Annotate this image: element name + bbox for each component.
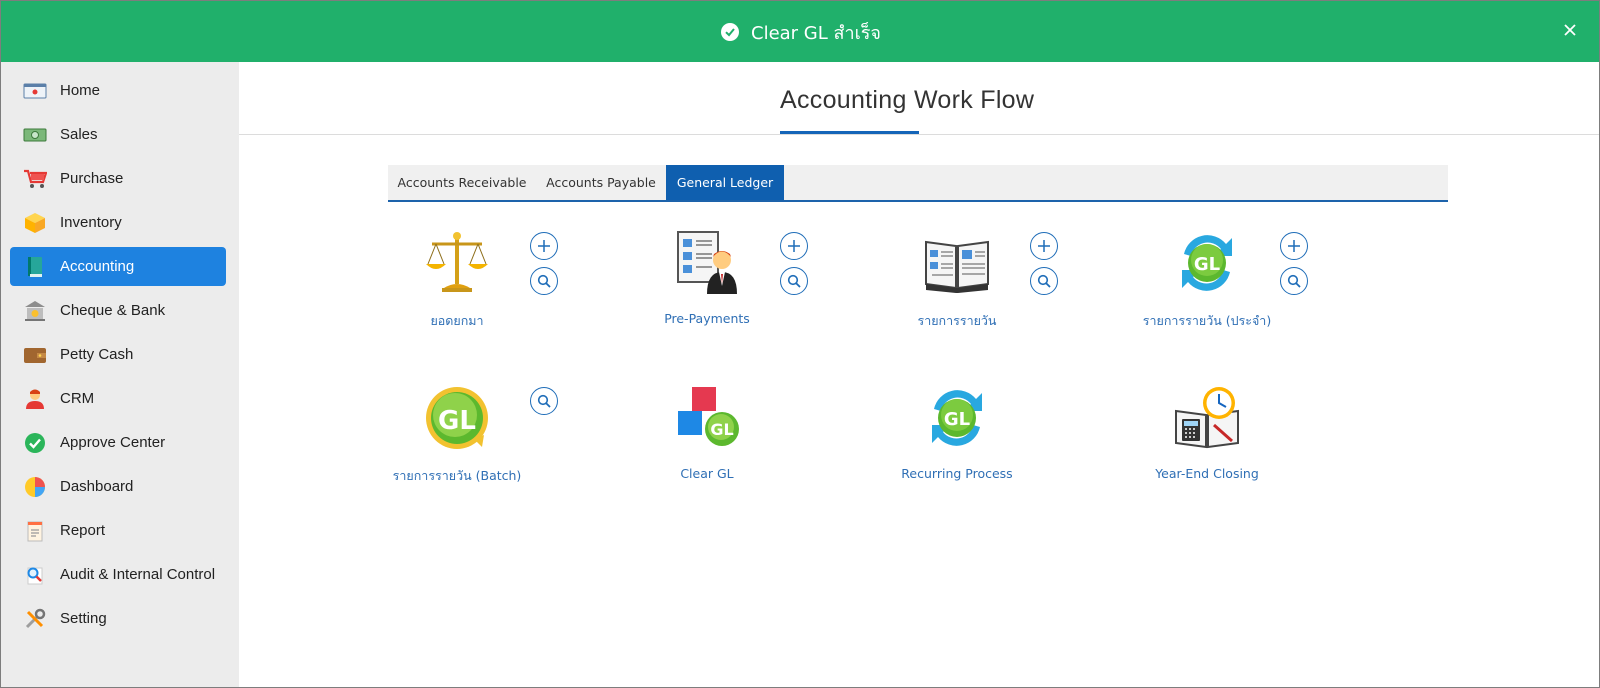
sidebar-item-label: CRM (60, 390, 95, 407)
toast-message: Clear GL สำเร็จ (721, 19, 881, 45)
scale-icon[interactable] (424, 230, 490, 296)
search-journal-button[interactable] (1030, 267, 1058, 295)
search-recurring-journal-button[interactable] (1280, 267, 1308, 295)
check-icon (23, 431, 47, 455)
search-icon (537, 394, 551, 408)
sidebar-item-label: Cheque & Bank (60, 302, 166, 319)
plus-icon (1288, 240, 1300, 252)
tile-label[interactable]: Pre-Payments (612, 311, 802, 326)
businessman-book-icon[interactable] (674, 230, 740, 296)
search-icon (537, 274, 551, 288)
home-icon (23, 79, 47, 103)
close-icon[interactable] (1557, 17, 1583, 43)
search-pre-payments-button[interactable] (780, 267, 808, 295)
sidebar-item-dashboard[interactable]: Dashboard (10, 467, 226, 506)
sidebar-item-accounting[interactable]: Accounting (10, 247, 226, 286)
svg-text:GL: GL (1194, 254, 1220, 275)
title-divider (239, 134, 1599, 135)
tile-recurring-journal: GL รายการรายวัน (ประจำ) (1132, 230, 1282, 340)
search-batch-journal-button[interactable] (530, 387, 558, 415)
tile-recurring-process: GL Recurring Process (882, 385, 1032, 495)
add-recurring-journal-button[interactable] (1280, 232, 1308, 260)
clear-gl-icon[interactable]: GL (674, 385, 740, 451)
people-icon (23, 387, 47, 411)
tab-general-ledger[interactable]: General Ledger (666, 165, 784, 200)
plus-icon (538, 240, 550, 252)
wallet-icon (23, 343, 47, 367)
toast-text: Clear GL สำเร็จ (751, 22, 881, 44)
tile-opening-balance: ยอดยกมา (382, 230, 532, 340)
check-circle-icon (721, 23, 739, 41)
sidebar-item-label: Approve Center (60, 434, 166, 451)
success-toast: Clear GL สำเร็จ (1, 1, 1599, 62)
bank-icon (23, 299, 47, 323)
sidebar-item-label: Purchase (60, 170, 124, 187)
sidebar-item-approve-center[interactable]: Approve Center (10, 423, 226, 462)
cart-icon (23, 167, 47, 191)
sidebar-item-petty-cash[interactable]: Petty Cash (10, 335, 226, 374)
sidebar-item-label: Inventory (60, 214, 122, 231)
tile-journal: รายการรายวัน (882, 230, 1032, 340)
sidebar-item-home[interactable]: Home (10, 71, 226, 110)
svg-text:GL: GL (438, 406, 476, 436)
tools-icon (23, 607, 47, 631)
sidebar-item-sales[interactable]: Sales (10, 115, 226, 154)
sidebar: Home Sales Purchase Inventory Accounting… (1, 62, 239, 687)
add-opening-balance-button[interactable] (530, 232, 558, 260)
money-icon (23, 123, 47, 147)
tile-label[interactable]: Recurring Process (862, 466, 1052, 481)
search-icon (787, 274, 801, 288)
tile-pre-payments: Pre-Payments (632, 230, 782, 340)
page-title: Accounting Work Flow (780, 86, 1035, 114)
plus-icon (1038, 240, 1050, 252)
add-pre-payments-button[interactable] (780, 232, 808, 260)
book-icon (23, 255, 47, 279)
sidebar-item-label: Sales (60, 126, 98, 143)
year-end-icon[interactable] (1174, 385, 1240, 451)
sidebar-item-label: Accounting (60, 258, 135, 275)
sidebar-item-label: Petty Cash (60, 346, 134, 363)
search-icon (1287, 274, 1301, 288)
tile-label[interactable]: รายการรายวัน (ประจำ) (1112, 311, 1302, 331)
sidebar-item-report[interactable]: Report (10, 511, 226, 550)
tile-clear-gl: GL Clear GL (632, 385, 782, 495)
sidebar-item-cheque-bank[interactable]: Cheque & Bank (10, 291, 226, 330)
tile-year-end-closing: Year-End Closing (1132, 385, 1282, 495)
tab-accounts-receivable[interactable]: Accounts Receivable (388, 165, 536, 200)
tile-batch-journal: GL รายการรายวัน (Batch) (382, 385, 532, 495)
search-icon (1037, 274, 1051, 288)
search-opening-balance-button[interactable] (530, 267, 558, 295)
svg-text:GL: GL (710, 420, 733, 439)
report-icon (23, 519, 47, 543)
tile-label[interactable]: รายการรายวัน (Batch) (362, 466, 552, 486)
sidebar-item-inventory[interactable]: Inventory (10, 203, 226, 242)
recurring-gl-icon[interactable]: GL (924, 385, 990, 451)
gl-batch-icon[interactable]: GL (424, 385, 490, 451)
gl-recurring-icon[interactable]: GL (1174, 230, 1240, 296)
magnifier-icon (23, 563, 47, 587)
tile-label[interactable]: รายการรายวัน (862, 311, 1052, 331)
sidebar-item-label: Home (60, 82, 101, 99)
sidebar-item-crm[interactable]: CRM (10, 379, 226, 418)
svg-text:GL: GL (944, 409, 970, 430)
sidebar-item-audit[interactable]: Audit & Internal Control (10, 555, 226, 594)
sidebar-item-label: Report (60, 522, 106, 539)
tab-accounts-payable[interactable]: Accounts Payable (536, 165, 666, 200)
box-icon (23, 211, 47, 235)
sidebar-item-setting[interactable]: Setting (10, 599, 226, 638)
sidebar-item-purchase[interactable]: Purchase (10, 159, 226, 198)
journal-book-icon[interactable] (924, 230, 990, 296)
tile-label[interactable]: Clear GL (612, 466, 802, 481)
sidebar-item-label: Dashboard (60, 478, 134, 495)
tile-label[interactable]: Year-End Closing (1112, 466, 1302, 481)
sidebar-item-label: Setting (60, 610, 107, 627)
tab-bar: Accounts Receivable Accounts Payable Gen… (388, 165, 1448, 202)
sidebar-item-label: Audit & Internal Control (60, 566, 216, 583)
tile-label[interactable]: ยอดยกมา (362, 311, 552, 331)
piechart-icon (23, 475, 47, 499)
plus-icon (788, 240, 800, 252)
add-journal-button[interactable] (1030, 232, 1058, 260)
